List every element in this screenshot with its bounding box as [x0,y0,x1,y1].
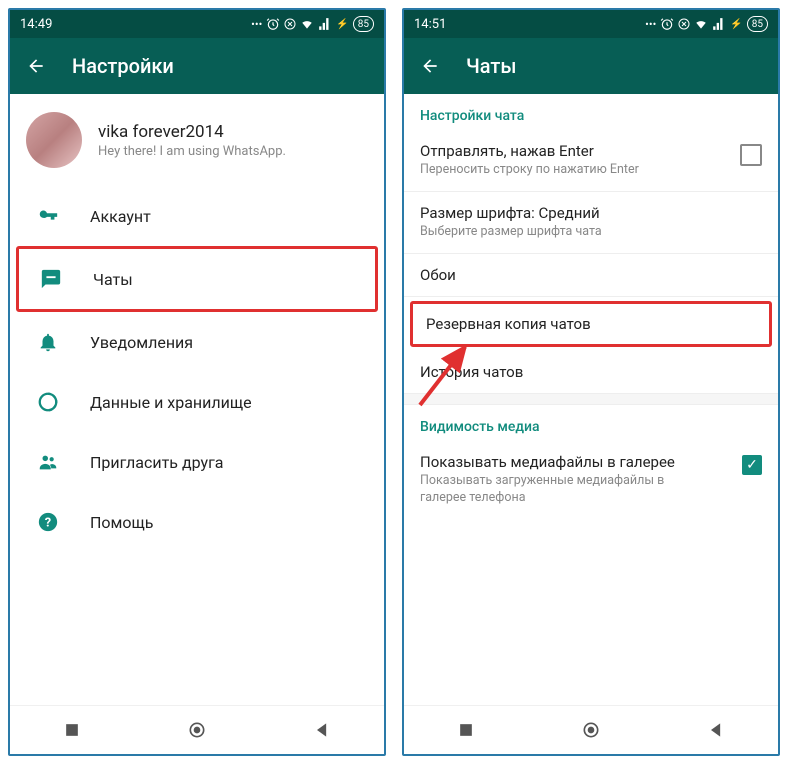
back-icon[interactable] [26,56,46,76]
statusbar-icons: ••• ⚡ 85 [645,16,768,32]
statusbar: 14:51 ••• ⚡ 85 [404,10,778,38]
font-size-title: Размер шрифта: Средний [420,204,602,222]
setting-enter-to-send[interactable]: Отправлять, нажав Enter Переносить строк… [404,130,778,192]
menu-data-storage[interactable]: Данные и хранилище [10,372,384,432]
nav-back-icon[interactable] [312,720,332,740]
android-nav [404,705,778,754]
menu-data-storage-label: Данные и хранилище [90,393,252,412]
phone-chats: 14:51 ••• ⚡ 85 Чаты Настройки чата Отпра… [402,8,780,756]
setting-history[interactable]: История чатов [404,351,778,393]
battery-indicator: 85 [747,16,768,32]
appbar-title: Настройки [72,54,174,78]
setting-media-visibility[interactable]: Показывать медиафайлы в галерее Показыва… [404,441,778,519]
nosim-icon [284,18,296,30]
history-title: История чатов [420,363,523,381]
menu-invite-friend-label: Пригласить друга [90,453,224,472]
setting-backup[interactable]: Резервная копия чатов [413,304,769,344]
media-visibility-checkbox[interactable]: ✓ [742,455,762,475]
android-nav [10,705,384,754]
statusbar-time: 14:51 [414,17,446,32]
font-size-sub: Выберите размер шрифта чата [420,224,602,241]
backup-title: Резервная копия чатов [426,315,591,333]
nav-recent-icon[interactable] [456,720,476,740]
signal-icon [712,17,726,31]
avatar [26,112,82,168]
menu-notifications-label: Уведомления [90,333,193,352]
phone-settings: 14:49 ••• ⚡ 85 Настройки vika forever201… [8,8,386,756]
enter-to-send-sub: Переносить строку по нажатию Enter [420,162,639,179]
section-chat-settings: Настройки чата [404,94,778,130]
profile-row[interactable]: vika forever2014 Hey there! I am using W… [10,94,384,186]
wifi-icon [694,17,708,31]
menu-account[interactable]: Аккаунт [10,186,384,246]
setting-backup-highlight: Резервная копия чатов [410,301,772,347]
setting-font-size[interactable]: Размер шрифта: Средний Выберите размер ш… [404,192,778,254]
enter-to-send-checkbox[interactable] [740,144,762,166]
statusbar-time: 14:49 [20,17,52,32]
menu-account-label: Аккаунт [90,207,151,226]
media-visibility-sub: Показывать загруженные медиафайлы в гале… [420,473,700,507]
nav-home-icon[interactable] [187,720,207,740]
wallpaper-title: Обои [420,266,456,284]
data-icon [36,390,60,414]
nav-home-icon[interactable] [581,720,601,740]
menu-chats[interactable]: Чаты [16,246,378,312]
section-media-visibility: Видимость медиа [404,405,778,441]
chats-content: Настройки чата Отправлять, нажав Enter П… [404,94,778,705]
appbar: Настройки [10,38,384,94]
nav-recent-icon[interactable] [62,720,82,740]
profile-status: Hey there! I am using WhatsApp. [98,144,286,159]
statusbar: 14:49 ••• ⚡ 85 [10,10,384,38]
profile-name: vika forever2014 [98,122,286,142]
statusbar-icons: ••• ⚡ 85 [251,16,374,32]
chat-icon [39,267,63,291]
settings-content: vika forever2014 Hey there! I am using W… [10,94,384,705]
alarm-icon [266,17,280,31]
menu-help[interactable]: ? Помощь [10,492,384,552]
bell-icon [36,330,60,354]
setting-wallpaper[interactable]: Обои [404,254,778,297]
media-visibility-title: Показывать медиафайлы в галерее [420,453,700,471]
dots-icon: ••• [645,18,656,31]
menu-chats-label: Чаты [93,270,133,289]
appbar-title: Чаты [466,54,516,78]
signal-icon [318,17,332,31]
charge-icon: ⚡ [336,19,348,30]
nosim-icon [678,18,690,30]
section-divider [404,393,778,405]
enter-to-send-title: Отправлять, нажав Enter [420,142,639,160]
dots-icon: ••• [251,18,262,31]
key-icon [36,204,60,228]
alarm-icon [660,17,674,31]
people-icon [36,450,60,474]
appbar: Чаты [404,38,778,94]
menu-invite-friend[interactable]: Пригласить друга [10,432,384,492]
menu-notifications[interactable]: Уведомления [10,312,384,372]
back-icon[interactable] [420,56,440,76]
charge-icon: ⚡ [730,19,742,30]
wifi-icon [300,17,314,31]
battery-indicator: 85 [353,16,374,32]
svg-text:?: ? [45,516,51,531]
nav-back-icon[interactable] [706,720,726,740]
help-icon: ? [36,510,60,534]
menu-help-label: Помощь [90,513,153,532]
